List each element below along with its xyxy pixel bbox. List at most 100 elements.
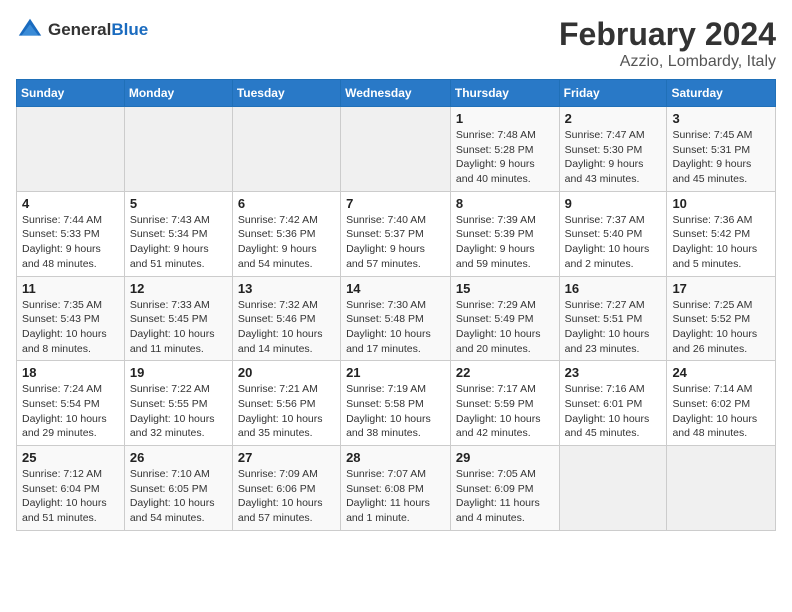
day-number: 19 xyxy=(130,365,227,380)
day-number: 11 xyxy=(22,281,119,296)
logo: GeneralBlue xyxy=(16,16,148,44)
calendar-cell: 29 Sunrise: 7:05 AM Sunset: 6:09 PM Dayli… xyxy=(450,446,559,531)
calendar-cell xyxy=(341,107,451,192)
cell-content: Sunrise: 7:42 AM Sunset: 5:36 PM Dayligh… xyxy=(238,213,335,272)
day-number: 5 xyxy=(130,196,227,211)
calendar-cell: 19 Sunrise: 7:22 AM Sunset: 5:55 PM Dayli… xyxy=(124,361,232,446)
cell-content: Sunrise: 7:05 AM Sunset: 6:09 PM Dayligh… xyxy=(456,467,554,526)
cell-content: Sunrise: 7:39 AM Sunset: 5:39 PM Dayligh… xyxy=(456,213,554,272)
cell-content: Sunrise: 7:19 AM Sunset: 5:58 PM Dayligh… xyxy=(346,382,445,441)
title-area: February 2024 Azzio, Lombardy, Italy xyxy=(559,16,776,71)
col-header-wednesday: Wednesday xyxy=(341,80,451,107)
calendar-cell: 11 Sunrise: 7:35 AM Sunset: 5:43 PM Dayli… xyxy=(17,276,125,361)
day-number: 24 xyxy=(672,365,770,380)
cell-content: Sunrise: 7:21 AM Sunset: 5:56 PM Dayligh… xyxy=(238,382,335,441)
cell-content: Sunrise: 7:44 AM Sunset: 5:33 PM Dayligh… xyxy=(22,213,119,272)
cell-content: Sunrise: 7:47 AM Sunset: 5:30 PM Dayligh… xyxy=(565,128,662,187)
calendar-cell: 21 Sunrise: 7:19 AM Sunset: 5:58 PM Dayli… xyxy=(341,361,451,446)
day-number: 9 xyxy=(565,196,662,211)
calendar-cell: 4 Sunrise: 7:44 AM Sunset: 5:33 PM Daylig… xyxy=(17,191,125,276)
day-number: 2 xyxy=(565,111,662,126)
calendar-cell: 26 Sunrise: 7:10 AM Sunset: 6:05 PM Dayli… xyxy=(124,446,232,531)
cell-content: Sunrise: 7:40 AM Sunset: 5:37 PM Dayligh… xyxy=(346,213,445,272)
col-header-tuesday: Tuesday xyxy=(232,80,340,107)
calendar-cell xyxy=(232,107,340,192)
week-row-4: 18 Sunrise: 7:24 AM Sunset: 5:54 PM Dayli… xyxy=(17,361,776,446)
cell-content: Sunrise: 7:43 AM Sunset: 5:34 PM Dayligh… xyxy=(130,213,227,272)
day-number: 7 xyxy=(346,196,445,211)
day-number: 17 xyxy=(672,281,770,296)
day-number: 1 xyxy=(456,111,554,126)
cell-content: Sunrise: 7:10 AM Sunset: 6:05 PM Dayligh… xyxy=(130,467,227,526)
cell-content: Sunrise: 7:25 AM Sunset: 5:52 PM Dayligh… xyxy=(672,298,770,357)
week-row-3: 11 Sunrise: 7:35 AM Sunset: 5:43 PM Dayli… xyxy=(17,276,776,361)
cell-content: Sunrise: 7:29 AM Sunset: 5:49 PM Dayligh… xyxy=(456,298,554,357)
calendar-cell: 5 Sunrise: 7:43 AM Sunset: 5:34 PM Daylig… xyxy=(124,191,232,276)
calendar-cell: 28 Sunrise: 7:07 AM Sunset: 6:08 PM Dayli… xyxy=(341,446,451,531)
day-number: 12 xyxy=(130,281,227,296)
day-number: 13 xyxy=(238,281,335,296)
logo-text: GeneralBlue xyxy=(48,20,148,40)
cell-content: Sunrise: 7:17 AM Sunset: 5:59 PM Dayligh… xyxy=(456,382,554,441)
cell-content: Sunrise: 7:35 AM Sunset: 5:43 PM Dayligh… xyxy=(22,298,119,357)
calendar-cell: 16 Sunrise: 7:27 AM Sunset: 5:51 PM Dayli… xyxy=(559,276,667,361)
calendar-cell: 22 Sunrise: 7:17 AM Sunset: 5:59 PM Dayli… xyxy=(450,361,559,446)
calendar-cell: 17 Sunrise: 7:25 AM Sunset: 5:52 PM Dayli… xyxy=(667,276,776,361)
day-number: 29 xyxy=(456,450,554,465)
calendar-cell: 15Sunrise: 7:29 AM Sunset: 5:49 PM Dayli… xyxy=(450,276,559,361)
cell-content: Sunrise: 7:32 AM Sunset: 5:46 PM Dayligh… xyxy=(238,298,335,357)
calendar-cell: 1 Sunrise: 7:48 AM Sunset: 5:28 PM Daylig… xyxy=(450,107,559,192)
cell-content: Sunrise: 7:27 AM Sunset: 5:51 PM Dayligh… xyxy=(565,298,662,357)
calendar-cell: 27 Sunrise: 7:09 AM Sunset: 6:06 PM Dayli… xyxy=(232,446,340,531)
page-header: GeneralBlue February 2024 Azzio, Lombard… xyxy=(16,16,776,71)
day-number: 26 xyxy=(130,450,227,465)
cell-content: Sunrise: 7:07 AM Sunset: 6:08 PM Dayligh… xyxy=(346,467,445,526)
day-number: 16 xyxy=(565,281,662,296)
cell-content: Sunrise: 7:33 AM Sunset: 5:45 PM Dayligh… xyxy=(130,298,227,357)
day-number: 14 xyxy=(346,281,445,296)
week-row-5: 25 Sunrise: 7:12 AM Sunset: 6:04 PM Dayli… xyxy=(17,446,776,531)
day-number: 28 xyxy=(346,450,445,465)
cell-content: Sunrise: 7:45 AM Sunset: 5:31 PM Dayligh… xyxy=(672,128,770,187)
calendar-cell: 7 Sunrise: 7:40 AM Sunset: 5:37 PM Daylig… xyxy=(341,191,451,276)
calendar-cell: 8 Sunrise: 7:39 AM Sunset: 5:39 PM Daylig… xyxy=(450,191,559,276)
cell-content: Sunrise: 7:12 AM Sunset: 6:04 PM Dayligh… xyxy=(22,467,119,526)
calendar-cell: 13 Sunrise: 7:32 AM Sunset: 5:46 PM Dayli… xyxy=(232,276,340,361)
calendar-table: SundayMondayTuesdayWednesdayThursdayFrid… xyxy=(16,79,776,531)
day-number: 4 xyxy=(22,196,119,211)
cell-content: Sunrise: 7:48 AM Sunset: 5:28 PM Dayligh… xyxy=(456,128,554,187)
cell-content: Sunrise: 7:24 AM Sunset: 5:54 PM Dayligh… xyxy=(22,382,119,441)
calendar-cell: 2 Sunrise: 7:47 AM Sunset: 5:30 PM Daylig… xyxy=(559,107,667,192)
cell-content: Sunrise: 7:16 AM Sunset: 6:01 PM Dayligh… xyxy=(565,382,662,441)
day-number: 21 xyxy=(346,365,445,380)
cell-content: Sunrise: 7:09 AM Sunset: 6:06 PM Dayligh… xyxy=(238,467,335,526)
calendar-cell: 24Sunrise: 7:14 AM Sunset: 6:02 PM Dayli… xyxy=(667,361,776,446)
cell-content: Sunrise: 7:22 AM Sunset: 5:55 PM Dayligh… xyxy=(130,382,227,441)
logo-icon xyxy=(16,16,44,44)
cell-content: Sunrise: 7:36 AM Sunset: 5:42 PM Dayligh… xyxy=(672,213,770,272)
calendar-cell xyxy=(124,107,232,192)
logo-general-text: General xyxy=(48,20,111,39)
col-header-saturday: Saturday xyxy=(667,80,776,107)
calendar-cell: 25 Sunrise: 7:12 AM Sunset: 6:04 PM Dayli… xyxy=(17,446,125,531)
calendar-cell: 18 Sunrise: 7:24 AM Sunset: 5:54 PM Dayli… xyxy=(17,361,125,446)
day-number: 27 xyxy=(238,450,335,465)
day-number: 8 xyxy=(456,196,554,211)
calendar-cell xyxy=(17,107,125,192)
calendar-cell xyxy=(559,446,667,531)
day-number: 25 xyxy=(22,450,119,465)
calendar-cell: 3 Sunrise: 7:45 AM Sunset: 5:31 PM Daylig… xyxy=(667,107,776,192)
calendar-cell: 14 Sunrise: 7:30 AM Sunset: 5:48 PM Dayli… xyxy=(341,276,451,361)
cell-content: Sunrise: 7:30 AM Sunset: 5:48 PM Dayligh… xyxy=(346,298,445,357)
col-header-sunday: Sunday xyxy=(17,80,125,107)
day-number: 23 xyxy=(565,365,662,380)
day-number: 22 xyxy=(456,365,554,380)
col-header-monday: Monday xyxy=(124,80,232,107)
cell-content: Sunrise: 7:37 AM Sunset: 5:40 PM Dayligh… xyxy=(565,213,662,272)
day-number: 3 xyxy=(672,111,770,126)
header-row: SundayMondayTuesdayWednesdayThursdayFrid… xyxy=(17,80,776,107)
week-row-2: 4 Sunrise: 7:44 AM Sunset: 5:33 PM Daylig… xyxy=(17,191,776,276)
day-number: 18 xyxy=(22,365,119,380)
calendar-cell: 10Sunrise: 7:36 AM Sunset: 5:42 PM Dayli… xyxy=(667,191,776,276)
day-number: 20 xyxy=(238,365,335,380)
